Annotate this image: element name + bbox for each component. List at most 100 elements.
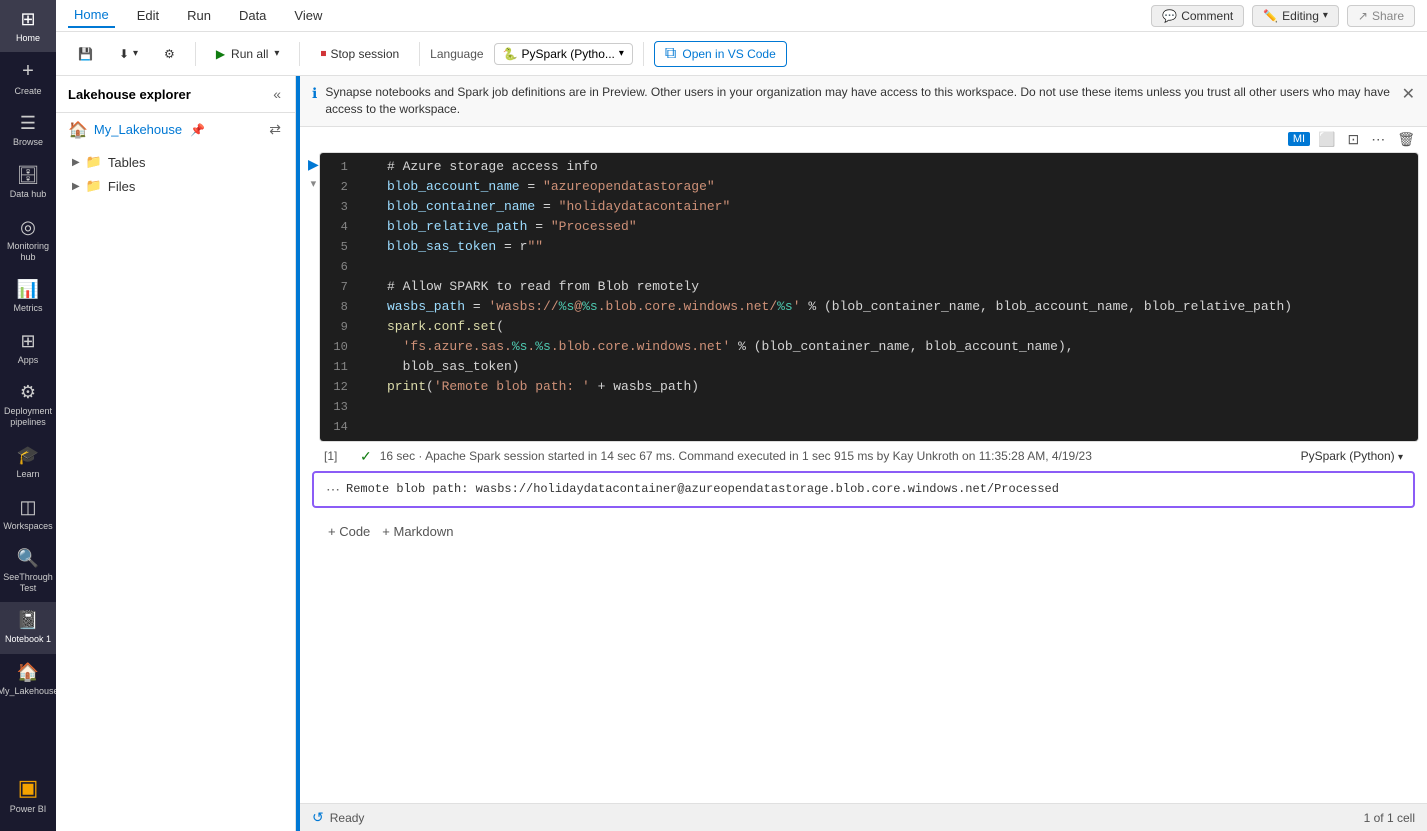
browse-icon: ☰ — [20, 113, 36, 134]
sidebar-item-mylakehouse[interactable]: 🏠 My_Lakehouse — [0, 654, 56, 706]
mi-badge[interactable]: MI — [1288, 132, 1310, 146]
execution-meta: 16 sec · Apache Spark session started in… — [380, 449, 1293, 463]
sidebar-item-apps[interactable]: ⊞ Apps — [0, 322, 56, 374]
run-cell-button[interactable]: ▶ — [308, 156, 319, 173]
editing-chevron-icon: ▾ — [1323, 10, 1328, 21]
deployment-icon: ⚙ — [20, 382, 36, 403]
gear-icon: ⚙ — [164, 47, 175, 61]
explorer-panel: Lakehouse explorer « 🏠 My_Lakehouse 📌 ⇄ … — [56, 76, 296, 831]
cell-run-area: ▶ ▾ — [308, 152, 319, 190]
sidebar-item-learn[interactable]: 🎓 Learn — [0, 436, 56, 488]
save-icon: 💾 — [78, 47, 93, 61]
cell-delete-button[interactable]: 🗑 — [1393, 129, 1419, 150]
lakehouse-pin-icon: 📌 — [190, 123, 205, 137]
save-button[interactable]: 💾 — [68, 43, 103, 65]
sidebar-item-browse[interactable]: ☰ Browse — [0, 105, 56, 157]
cell-split-button[interactable]: ⊡ — [1343, 129, 1363, 150]
settings-button[interactable]: ⚙ — [154, 43, 185, 65]
sidebar-item-notebook1[interactable]: 📓 Notebook 1 — [0, 602, 56, 654]
output-lang-chevron-icon: ▾ — [1398, 452, 1403, 463]
explorer-title: Lakehouse explorer — [68, 87, 191, 102]
create-icon: + — [22, 60, 34, 83]
open-vs-code-button[interactable]: ⧉ Open in VS Code — [654, 41, 787, 67]
cell-top-toolbar: MI ⬜ ⊡ ⋯ 🗑 — [300, 127, 1427, 152]
lakehouse-name[interactable]: 🏠 My_Lakehouse 📌 ⇄ — [56, 113, 295, 146]
lakehouse-file-icon: 🏠 — [68, 120, 88, 140]
output-text: Remote blob path: wasbs://holidaydatacon… — [346, 482, 1059, 496]
explorer-tree: ▶ 📁 Tables ▶ 📁 Files — [56, 146, 295, 202]
menu-home[interactable]: Home — [68, 3, 115, 28]
status-bar: ↺ Ready 1 of 1 cell — [300, 803, 1427, 831]
run-all-button[interactable]: ▶ Run all ▾ — [206, 43, 290, 65]
code-cell[interactable]: 1 # Azure storage access info 2 blob_acc… — [319, 152, 1419, 442]
explorer-header: Lakehouse explorer « — [56, 76, 295, 113]
language-label: Language — [430, 47, 483, 61]
menu-data[interactable]: Data — [233, 4, 272, 27]
output-result-box: ⋯ Remote blob path: wasbs://holidaydatac… — [312, 471, 1415, 508]
explorer-refresh-button[interactable]: ⇄ — [267, 119, 283, 140]
tree-item-files[interactable]: ▶ 📁 Files — [56, 174, 295, 198]
top-right-actions: 💬 Comment ✏️ Editing ▾ ↗ Share — [1151, 5, 1415, 27]
run-chevron-icon: ▾ — [274, 48, 279, 59]
comment-button[interactable]: 💬 Comment — [1151, 5, 1244, 27]
language-selector[interactable]: 🐍 PySpark (Pytho... ▾ — [494, 43, 633, 65]
workspaces-icon: ◫ — [19, 497, 36, 518]
language-chevron-icon: ▾ — [619, 48, 624, 59]
files-folder-icon: 📁 — [86, 178, 102, 194]
code-line-2: 2 blob_account_name = "azureopendatastor… — [320, 177, 1418, 197]
pencil-icon: ✏️ — [1263, 9, 1278, 23]
mylakehouse-icon: 🏠 — [17, 662, 39, 683]
sidebar-item-powerbi[interactable]: ▣ Power BI — [0, 767, 56, 823]
sidebar-item-deployment[interactable]: ⚙ Deployment pipelines — [0, 374, 56, 436]
code-line-10: 10 'fs.azure.sas.%s.%s.blob.core.windows… — [320, 337, 1418, 357]
stop-session-button[interactable]: ⏹ Stop session — [310, 42, 409, 65]
sidebar-item-home[interactable]: ⊞ Home — [0, 0, 56, 52]
info-text: Synapse notebooks and Spark job definiti… — [325, 84, 1393, 118]
home-icon: ⊞ — [20, 9, 35, 30]
output-language-label[interactable]: PySpark (Python) ▾ — [1301, 449, 1403, 463]
code-line-9: 9 spark.conf.set( — [320, 317, 1418, 337]
editing-button[interactable]: ✏️ Editing ▾ — [1252, 5, 1339, 27]
menu-view[interactable]: View — [288, 4, 328, 27]
tables-folder-icon: 📁 — [86, 154, 102, 170]
sidebar-item-metrics[interactable]: 📊 Metrics — [0, 270, 56, 322]
sidebar-item-seethrough[interactable]: 🔍 SeeThrough Test — [0, 540, 56, 602]
share-button[interactable]: ↗ Share — [1347, 5, 1415, 27]
explorer-actions: « — [271, 84, 283, 104]
sidebar-item-monitoring[interactable]: ◎ Monitoring hub — [0, 209, 56, 271]
sidebar-item-workspaces[interactable]: ◫ Workspaces — [0, 488, 56, 540]
tree-item-tables[interactable]: ▶ 📁 Tables — [56, 150, 295, 174]
cell-output-status: [1] ✓ 16 sec · Apache Spark session star… — [300, 442, 1427, 471]
sidebar-item-datahub[interactable]: 🗄 Data hub — [0, 157, 56, 209]
code-editor[interactable]: 1 # Azure storage access info 2 blob_acc… — [320, 153, 1418, 441]
add-markdown-cell-button[interactable]: + Markdown — [382, 524, 453, 539]
explorer-collapse-button[interactable]: « — [271, 84, 283, 104]
menu-run[interactable]: Run — [181, 4, 217, 27]
files-arrow-icon: ▶ — [72, 181, 80, 192]
status-left: ↺ Ready — [312, 809, 364, 826]
code-line-11: 11 blob_sas_token) — [320, 357, 1418, 377]
cell-format-button[interactable]: ⬜ — [1314, 129, 1339, 150]
add-cell-area: + Code + Markdown — [312, 516, 1427, 547]
cell-more-button[interactable]: ⋯ — [1367, 129, 1389, 150]
menu-edit[interactable]: Edit — [131, 4, 165, 27]
toolbar-divider-2 — [299, 42, 300, 66]
collapse-cell-button[interactable]: ▾ — [311, 177, 317, 190]
toolbar-divider — [195, 42, 196, 66]
powerbi-icon: ▣ — [18, 775, 39, 801]
code-line-8: 8 wasbs_path = 'wasbs://%s@%s.blob.core.… — [320, 297, 1418, 317]
sidebar-item-create[interactable]: + Create — [0, 52, 56, 105]
stop-icon: ⏹ — [320, 46, 326, 61]
menu-bar: Home Edit Run Data View 💬 Comment ✏️ Edi… — [56, 0, 1427, 32]
notebook-content: MI ⬜ ⊡ ⋯ 🗑 ▶ ▾ — [300, 127, 1427, 803]
chevron-down-icon: ▾ — [133, 48, 138, 59]
toolbar-divider-4 — [643, 42, 644, 66]
add-code-cell-button[interactable]: + Code — [328, 524, 370, 539]
info-close-button[interactable]: ✕ — [1402, 84, 1415, 104]
code-line-5: 5 blob_sas_token = r"" — [320, 237, 1418, 257]
code-line-4: 4 blob_relative_path = "Processed" — [320, 217, 1418, 237]
share-icon: ↗ — [1358, 9, 1368, 23]
download-button[interactable]: ⬇ ▾ — [109, 43, 148, 65]
vscode-icon: ⧉ — [665, 45, 676, 63]
output-expand-button[interactable]: ⋯ — [326, 481, 340, 498]
